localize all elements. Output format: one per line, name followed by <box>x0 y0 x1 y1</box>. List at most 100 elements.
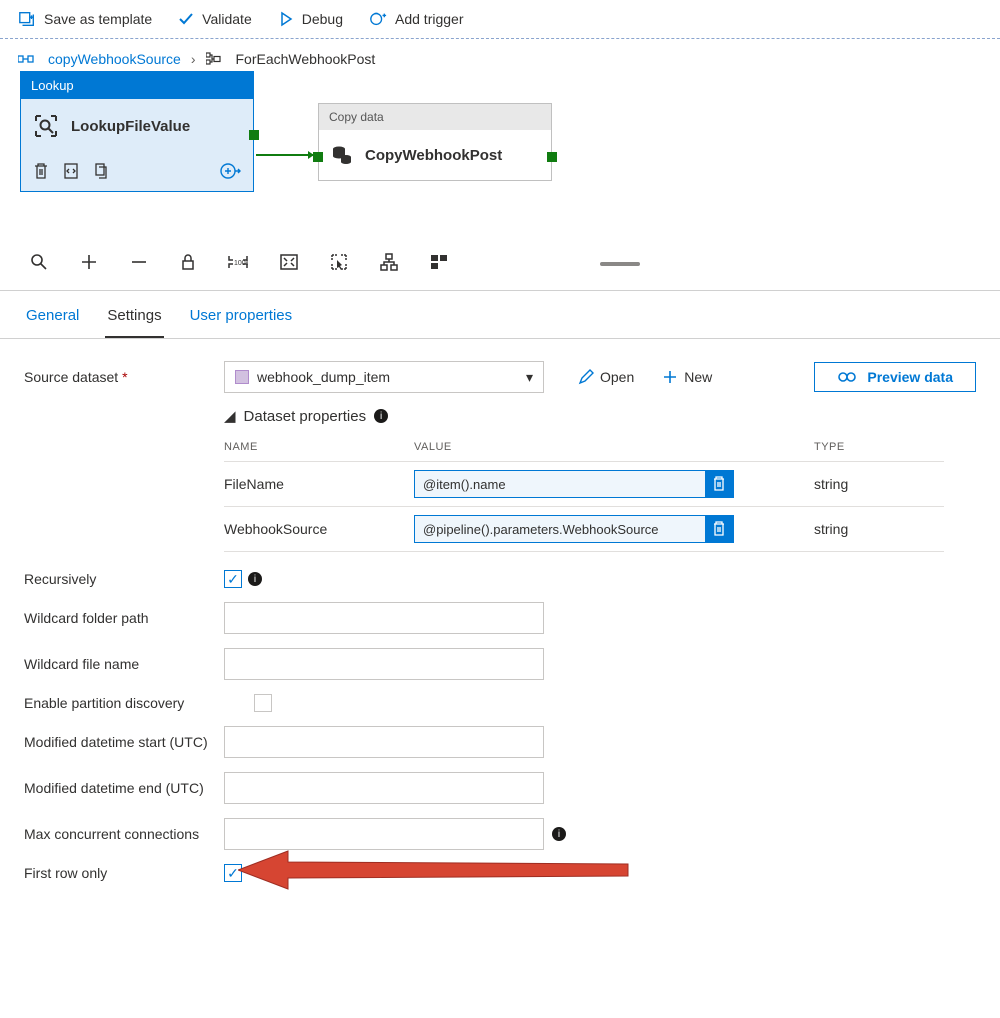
lock-icon[interactable] <box>180 253 196 274</box>
preview-icon <box>837 370 857 384</box>
prop-delete-button[interactable] <box>705 516 733 542</box>
first-row-only-label: First row only <box>24 864 224 882</box>
save-as-template-label: Save as template <box>44 11 152 27</box>
prop-delete-button[interactable] <box>705 471 733 497</box>
source-dataset-select[interactable]: webhook_dump_item ▾ <box>224 361 544 393</box>
debug-label: Debug <box>302 11 343 27</box>
info-icon[interactable]: i <box>552 827 566 841</box>
pipeline-canvas[interactable]: Lookup LookupFileValue Copy data CopyWeb… <box>0 71 1000 241</box>
column-name-header: NAME <box>224 441 414 453</box>
breadcrumb: copyWebhookSource › ForEachWebhookPost <box>0 39 1000 71</box>
new-dataset-button[interactable]: New <box>662 369 712 385</box>
tab-settings[interactable]: Settings <box>105 295 163 338</box>
activity-copy-header: Copy data <box>319 104 551 130</box>
connector-arrow <box>256 143 320 167</box>
trash-icon <box>712 476 726 492</box>
preview-data-button[interactable]: Preview data <box>814 362 976 392</box>
prop-value-input[interactable] <box>415 471 705 497</box>
dataset-properties: ◢ Dataset properties i NAME VALUE TYPE F… <box>224 407 944 552</box>
mod-start-input[interactable] <box>224 726 544 758</box>
breadcrumb-separator: › <box>191 51 196 67</box>
info-icon[interactable]: i <box>374 409 388 423</box>
wildcard-file-input[interactable] <box>224 648 544 680</box>
column-type-header: TYPE <box>814 441 934 453</box>
output-port[interactable] <box>249 130 259 140</box>
recursively-checkbox[interactable] <box>224 570 242 588</box>
add-trigger-label: Add trigger <box>395 11 463 27</box>
activity-lookup-title: LookupFileValue <box>71 118 190 135</box>
breadcrumb-current: ForEachWebhookPost <box>236 51 376 67</box>
wildcard-folder-input[interactable] <box>224 602 544 634</box>
collapse-caret-icon[interactable]: ◢ <box>224 407 236 425</box>
column-value-header: VALUE <box>414 441 754 453</box>
save-as-template-button[interactable]: Save as template <box>18 10 152 28</box>
play-icon <box>278 11 294 27</box>
mod-end-input[interactable] <box>224 772 544 804</box>
add-trigger-button[interactable]: Add trigger <box>369 10 463 28</box>
zoom-reset-icon[interactable]: 100% <box>228 254 248 273</box>
validate-label: Validate <box>202 11 252 27</box>
dataset-property-row: WebhookSource string <box>224 506 944 552</box>
prop-value-input-wrapper <box>414 515 734 543</box>
dataset-properties-header: Dataset properties <box>244 408 367 425</box>
activity-copy[interactable]: Copy data CopyWebhookPost <box>318 103 552 181</box>
prop-name: WebhookSource <box>224 521 414 537</box>
settings-pane: Source dataset * webhook_dump_item ▾ Ope… <box>0 339 1000 923</box>
chevron-down-icon: ▾ <box>526 369 533 386</box>
breadcrumb-parent-link[interactable]: copyWebhookSource <box>48 51 181 67</box>
fit-icon[interactable] <box>280 254 298 273</box>
add-trigger-icon <box>369 10 387 28</box>
recursively-label: Recursively <box>24 570 224 588</box>
dataset-property-row: FileName string <box>224 461 944 506</box>
save-template-icon <box>18 10 36 28</box>
activity-lookup[interactable]: Lookup LookupFileValue <box>20 71 254 192</box>
delete-icon[interactable] <box>33 162 49 180</box>
foreach-icon <box>206 52 222 66</box>
trash-icon <box>712 521 726 537</box>
open-dataset-button[interactable]: Open <box>578 369 634 385</box>
zoom-in-icon[interactable] <box>80 253 98 274</box>
wildcard-file-label: Wildcard file name <box>24 655 224 673</box>
debug-button[interactable]: Debug <box>278 11 343 27</box>
minimap-icon[interactable] <box>430 254 448 273</box>
activity-lookup-header: Lookup <box>21 72 253 99</box>
select-icon[interactable] <box>330 253 348 274</box>
wildcard-folder-label: Wildcard folder path <box>24 609 224 627</box>
search-tool-icon[interactable] <box>30 253 48 274</box>
top-toolbar: Save as template Validate Debug Add trig… <box>0 0 1000 39</box>
input-port[interactable] <box>313 152 323 162</box>
plus-icon <box>662 369 678 385</box>
tab-user-properties[interactable]: User properties <box>188 295 295 338</box>
source-dataset-label: Source dataset * <box>24 368 224 386</box>
code-icon[interactable] <box>63 162 79 180</box>
partition-discovery-checkbox[interactable] <box>254 694 272 712</box>
check-icon <box>178 11 194 27</box>
activity-copy-title: CopyWebhookPost <box>365 147 502 164</box>
prop-value-input-wrapper <box>414 470 734 498</box>
info-icon[interactable]: i <box>248 572 262 586</box>
add-output-icon[interactable] <box>219 161 241 181</box>
first-row-only-checkbox[interactable] <box>224 864 242 882</box>
partition-discovery-label: Enable partition discovery <box>24 694 254 712</box>
canvas-toolbar: 100% <box>0 241 1000 291</box>
prop-value-input[interactable] <box>415 516 705 542</box>
max-conn-input[interactable] <box>224 818 544 850</box>
prop-name: FileName <box>224 476 414 492</box>
pencil-icon <box>578 369 594 385</box>
mod-start-label: Modified datetime start (UTC) <box>24 733 224 751</box>
tab-general[interactable]: General <box>24 295 81 338</box>
dataset-file-icon <box>235 370 249 384</box>
pane-resize-handle[interactable] <box>600 262 640 266</box>
mod-end-label: Modified datetime end (UTC) <box>24 779 224 797</box>
output-port[interactable] <box>547 152 557 162</box>
source-dataset-value: webhook_dump_item <box>257 369 390 385</box>
validate-button[interactable]: Validate <box>178 11 252 27</box>
pipeline-icon <box>18 52 34 66</box>
database-copy-icon <box>331 144 353 166</box>
copy-icon[interactable] <box>93 162 109 180</box>
prop-type: string <box>814 476 934 492</box>
zoom-out-icon[interactable] <box>130 253 148 274</box>
prop-type: string <box>814 521 934 537</box>
layout-icon[interactable] <box>380 253 398 274</box>
svg-text:100%: 100% <box>234 260 248 267</box>
